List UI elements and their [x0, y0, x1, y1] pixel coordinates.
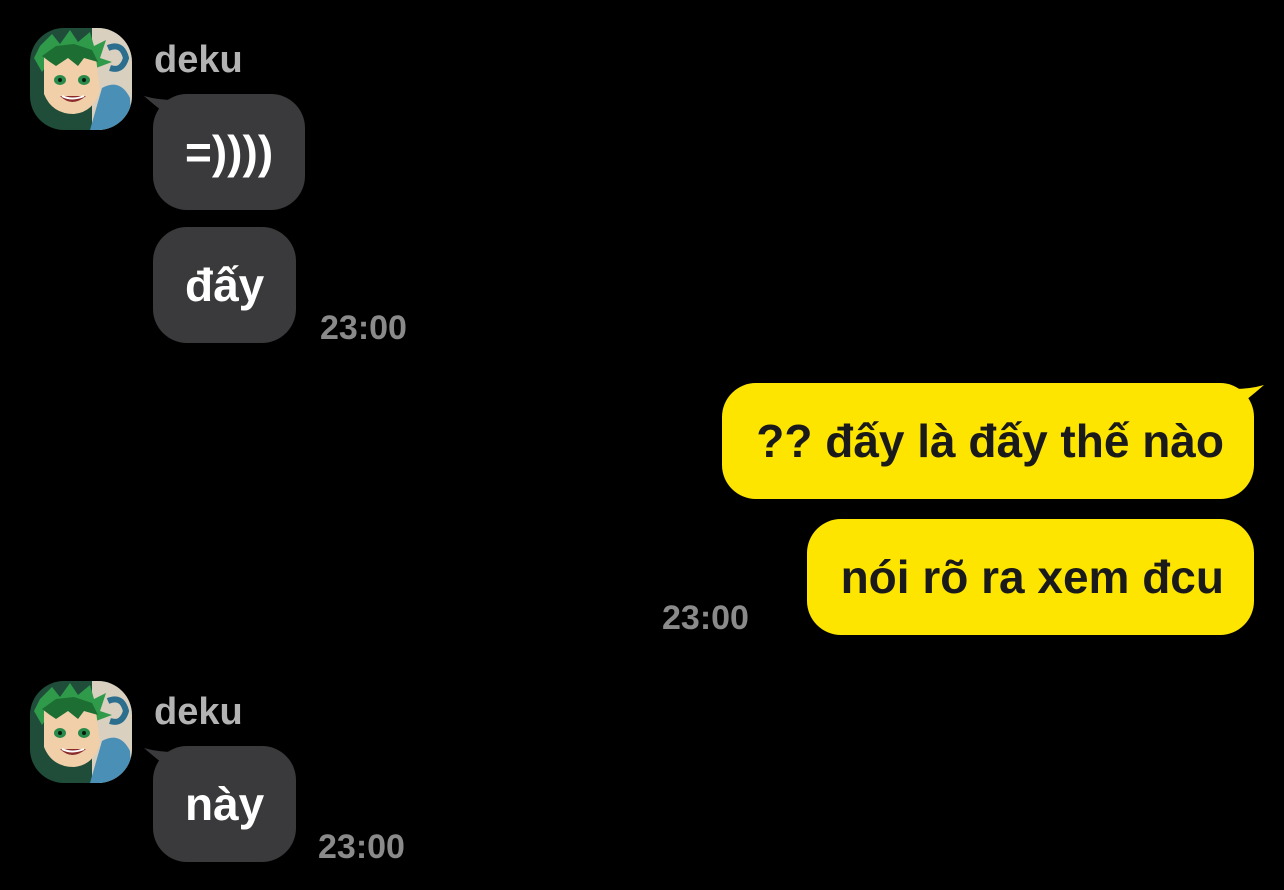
message-bubble[interactable]: này: [153, 746, 297, 862]
message-bubble[interactable]: =)))): [153, 94, 306, 210]
avatar[interactable]: [30, 681, 132, 783]
message-text: này: [185, 778, 265, 830]
message-bubble[interactable]: đấy: [153, 227, 297, 343]
message-bubble[interactable]: ?? đấy là đấy thế nào: [722, 383, 1254, 499]
anime-character-avatar-icon: [30, 681, 132, 783]
message-text: =)))): [185, 126, 274, 178]
message-text: nói rõ ra xem đcu: [840, 551, 1224, 603]
message-text: đấy: [185, 259, 265, 311]
anime-character-avatar-icon: [30, 28, 132, 130]
sender-name: deku: [154, 39, 243, 81]
message-timestamp: 23:00: [320, 309, 407, 347]
sender-name: deku: [154, 691, 243, 733]
avatar[interactable]: [30, 28, 132, 130]
message-timestamp: 23:00: [662, 599, 749, 637]
message-bubble[interactable]: nói rõ ra xem đcu: [806, 519, 1254, 635]
message-text: ?? đấy là đấy thế nào: [756, 415, 1224, 467]
message-timestamp: 23:00: [318, 828, 405, 866]
